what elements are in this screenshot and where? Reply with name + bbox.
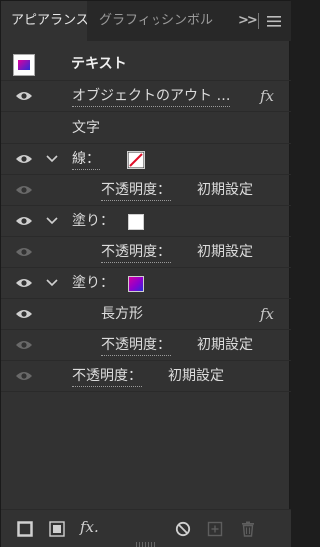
add-new-fill-icon[interactable] [49, 521, 65, 537]
object-opacity-value: 初期設定 [168, 368, 224, 384]
eye-icon[interactable] [15, 183, 33, 197]
row-fill-1-opacity[interactable]: 不透明度： 初期設定 [1, 237, 291, 268]
row-characters[interactable]: 文字 [1, 113, 291, 144]
stroke-opacity-value: 初期設定 [197, 182, 253, 198]
chevron-down-icon[interactable] [46, 154, 58, 164]
row-object-contents[interactable]: オブジェクトのアウト … fx [1, 81, 291, 112]
stroke-swatch[interactable] [127, 151, 145, 169]
eye-icon[interactable] [15, 214, 33, 228]
row-fill-1[interactable]: 塗り： [1, 206, 291, 237]
fill-1-swatch[interactable] [128, 214, 144, 230]
eye-icon[interactable] [15, 307, 33, 321]
fill-1-opacity-label[interactable]: 不透明度： [101, 243, 171, 263]
object-thumbnail [13, 54, 35, 76]
row-stroke-opacity[interactable]: 不透明度： 初期設定 [1, 175, 291, 206]
header-row: テキスト [1, 49, 291, 81]
add-new-effect-icon[interactable]: fx. [80, 518, 99, 536]
object-contents-link[interactable]: オブジェクトのアウト … [72, 87, 231, 107]
fill-1-opacity-value: 初期設定 [197, 244, 253, 260]
eye-icon[interactable] [15, 89, 33, 103]
eye-icon[interactable] [15, 245, 33, 259]
resize-grip[interactable] [136, 542, 156, 547]
fill-2-swatch[interactable] [128, 276, 144, 292]
eye-icon[interactable] [15, 152, 33, 166]
appearance-panel: アピアランス グラフィック シンボル >> テキスト オブジェクトのアウト … … [0, 0, 291, 547]
row-fill-2[interactable]: 塗り： [1, 268, 291, 299]
fx-icon[interactable]: fx [260, 299, 274, 330]
tab-graphic-styles[interactable]: グラフィック [87, 1, 159, 41]
row-object-opacity[interactable]: 不透明度： 初期設定 [1, 361, 291, 392]
stroke-label[interactable]: 線： [72, 150, 100, 170]
fill-2-opacity-label[interactable]: 不透明度： [101, 336, 171, 356]
eye-icon[interactable] [15, 338, 33, 352]
delete-item-icon[interactable] [240, 521, 256, 537]
tab-appearance[interactable]: アピアランス [1, 1, 87, 41]
fill-2-label: 塗り： [72, 275, 114, 291]
clear-appearance-icon[interactable] [175, 521, 191, 537]
chevron-overflow-icon[interactable]: >> [238, 1, 258, 41]
header-title: テキスト [71, 56, 127, 72]
tabbar-divider [258, 13, 259, 29]
fill-2-opacity-value: 初期設定 [197, 337, 253, 353]
add-new-stroke-icon[interactable] [17, 521, 33, 537]
row-fill-2-effect[interactable]: 長方形 fx [1, 299, 291, 330]
characters-label: 文字 [72, 120, 100, 136]
stroke-opacity-label[interactable]: 不透明度： [101, 181, 171, 201]
chevron-down-icon[interactable] [46, 216, 58, 226]
duplicate-item-icon[interactable] [207, 521, 223, 537]
object-opacity-label[interactable]: 不透明度： [72, 367, 142, 387]
fill-1-label: 塗り： [72, 213, 114, 229]
hamburger-menu-icon[interactable] [267, 1, 281, 41]
row-stroke[interactable]: 線： [1, 144, 291, 175]
tab-bar: アピアランス グラフィック シンボル >> [1, 1, 291, 41]
fx-icon[interactable]: fx [260, 81, 274, 112]
fill-2-effect-label[interactable]: 長方形 [101, 299, 143, 330]
tab-symbols[interactable]: シンボル [159, 1, 223, 41]
eye-icon[interactable] [15, 276, 33, 290]
eye-icon[interactable] [15, 369, 33, 383]
row-fill-2-opacity[interactable]: 不透明度： 初期設定 [1, 330, 291, 361]
chevron-down-icon[interactable] [46, 278, 58, 288]
